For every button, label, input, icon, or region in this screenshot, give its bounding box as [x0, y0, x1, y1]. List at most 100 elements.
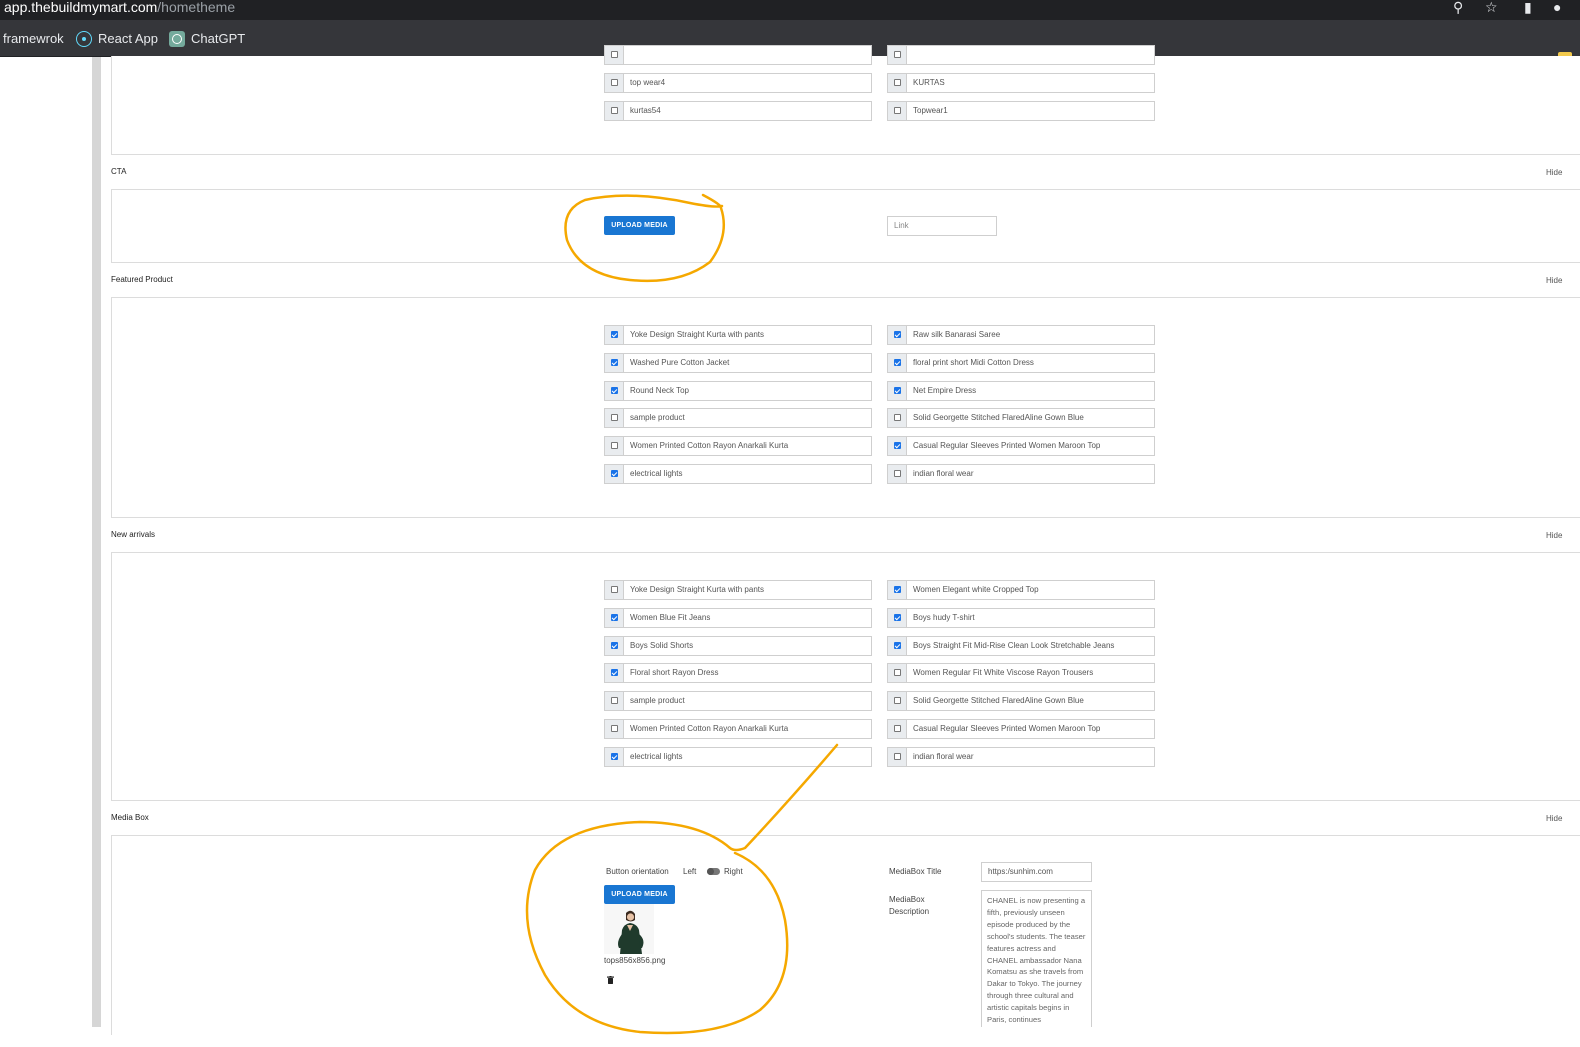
checkbox[interactable]	[894, 613, 901, 621]
featured-option[interactable]: floral print short Midi Cotton Dress	[887, 352, 1155, 373]
mediabox-description-textarea[interactable]: CHANEL is now presenting a fifth, previo…	[981, 890, 1092, 1027]
arrivals-option[interactable]: Casual Regular Sleeves Printed Women Mar…	[887, 719, 1155, 739]
cats-option[interactable]: top wear4	[604, 73, 872, 93]
checkbox[interactable]	[894, 79, 901, 86]
checkbox[interactable]	[894, 414, 901, 422]
category-option[interactable]	[604, 45, 872, 65]
uploaded-image-thumbnail	[604, 904, 654, 954]
checkbox[interactable]	[611, 414, 618, 422]
cats-option[interactable]: kurtas54	[604, 101, 872, 121]
checkbox[interactable]	[611, 669, 618, 677]
zoom-icon[interactable]: ⚲	[1453, 0, 1463, 15]
trash-icon[interactable]	[607, 976, 614, 984]
checkbox[interactable]	[611, 752, 618, 760]
media-box-hide-link[interactable]: Hide	[1546, 814, 1562, 823]
arrivals-option[interactable]: Floral short Rayon Dress	[604, 663, 872, 684]
checkbox[interactable]	[894, 752, 901, 760]
arrivals-option[interactable]: electrical lights	[604, 746, 872, 767]
option-label: Washed Pure Cotton Jacket	[630, 357, 730, 367]
bookmark-chatgpt[interactable]: ChatGPT	[169, 20, 245, 57]
cta-upload-media-button[interactable]: UPLOAD MEDIA	[604, 216, 675, 235]
featured-option[interactable]: Yoke Design Straight Kurta with pants	[604, 325, 872, 345]
arrivals-option[interactable]: Boys Solid Shorts	[604, 635, 872, 656]
featured-option[interactable]: Raw silk Banarasi Saree	[887, 325, 1155, 345]
media-box-upload-media-button[interactable]: UPLOAD MEDIA	[604, 885, 675, 904]
category-option[interactable]	[887, 45, 1155, 65]
checkbox[interactable]	[894, 697, 901, 705]
checkbox-wrapper	[605, 636, 624, 655]
featured-option[interactable]: electrical lights	[604, 464, 872, 484]
checkbox[interactable]	[894, 641, 901, 649]
option-label: indian floral wear	[913, 751, 974, 761]
url-text[interactable]: app.thebuildmymart.com/hometheme	[4, 0, 235, 15]
orientation-right-label: Right	[724, 867, 743, 876]
checkbox[interactable]	[894, 669, 901, 677]
bookmark-framewrok[interactable]: framewrok	[3, 20, 64, 57]
cta-hide-link[interactable]: Hide	[1546, 168, 1562, 177]
sidebar-icon[interactable]: ▮	[1524, 0, 1532, 15]
checkbox[interactable]	[894, 107, 901, 114]
arrivals-option[interactable]: Women Printed Cotton Rayon Anarkali Kurt…	[604, 719, 872, 739]
mediabox-title-label: MediaBox Title	[889, 867, 942, 876]
featured-option[interactable]: sample product	[604, 408, 872, 429]
option-label: indian floral wear	[913, 469, 974, 478]
checkbox-wrapper	[888, 74, 907, 92]
checkbox[interactable]	[611, 79, 618, 86]
checkbox[interactable]	[894, 51, 901, 58]
checkbox[interactable]	[894, 442, 901, 450]
checkbox[interactable]	[611, 613, 618, 621]
checkbox[interactable]	[894, 725, 901, 732]
checkbox[interactable]	[894, 331, 901, 338]
cats-option[interactable]: Topwear1	[887, 101, 1155, 121]
checkbox[interactable]	[611, 442, 618, 450]
featured-option[interactable]: Washed Pure Cotton Jacket	[604, 352, 872, 373]
checkbox-wrapper	[888, 353, 907, 372]
checkbox[interactable]	[611, 358, 618, 366]
checkbox[interactable]	[894, 386, 901, 394]
checkbox[interactable]	[611, 331, 618, 338]
cta-link-input[interactable]: Link	[887, 216, 997, 236]
checkbox-wrapper	[605, 692, 624, 711]
arrivals-option[interactable]: Women Blue Fit Jeans	[604, 607, 872, 628]
new-arrivals-hide-link[interactable]: Hide	[1546, 531, 1562, 540]
checkbox-wrapper	[605, 409, 624, 428]
option-label: Solid Georgette Stitched FlaredAline Gow…	[913, 696, 1084, 706]
featured-option[interactable]: Casual Regular Sleeves Printed Women Mar…	[887, 436, 1155, 457]
mediabox-title-input[interactable]: https:/sunhim.com	[981, 862, 1092, 882]
featured-hide-link[interactable]: Hide	[1546, 276, 1562, 285]
cta-section-label: CTA	[111, 167, 127, 176]
bookmark-react-app[interactable]: React App	[76, 20, 158, 57]
orientation-toggle[interactable]	[707, 868, 720, 875]
checkbox-wrapper	[888, 409, 907, 428]
checkbox[interactable]	[611, 725, 618, 732]
arrivals-option[interactable]: Women Regular Fit White Viscose Rayon Tr…	[887, 663, 1155, 684]
address-bar[interactable]: app.thebuildmymart.com/hometheme ⚲ ☆ ▮ ●	[0, 0, 1580, 20]
bookmark-star-icon[interactable]: ☆	[1485, 0, 1498, 15]
option-label: KURTAS	[913, 78, 945, 87]
profile-icon[interactable]: ●	[1553, 0, 1561, 15]
featured-option[interactable]: Women Printed Cotton Rayon Anarkali Kurt…	[604, 436, 872, 457]
checkbox[interactable]	[611, 386, 618, 394]
arrivals-option[interactable]: Yoke Design Straight Kurta with pants	[604, 580, 872, 600]
cats-option[interactable]: KURTAS	[887, 73, 1155, 93]
checkbox[interactable]	[894, 358, 901, 366]
checkbox[interactable]	[894, 470, 901, 477]
arrivals-option[interactable]: Women Elegant white Cropped Top	[887, 580, 1155, 600]
featured-option[interactable]: Round Neck Top	[604, 380, 872, 401]
checkbox[interactable]	[611, 586, 618, 593]
arrivals-option[interactable]: sample product	[604, 691, 872, 712]
checkbox[interactable]	[611, 51, 618, 58]
checkbox[interactable]	[611, 697, 618, 705]
featured-option[interactable]: Solid Georgette Stitched FlaredAline Gow…	[887, 408, 1155, 429]
checkbox[interactable]	[611, 641, 618, 649]
checkbox[interactable]	[611, 470, 618, 477]
arrivals-option[interactable]: Solid Georgette Stitched FlaredAline Gow…	[887, 691, 1155, 712]
arrivals-option[interactable]: Boys hudy T-shirt	[887, 607, 1155, 628]
left-scroll-rail	[92, 57, 101, 1027]
checkbox[interactable]	[894, 586, 901, 593]
arrivals-option[interactable]: Boys Straight Fit Mid-Rise Clean Look St…	[887, 635, 1155, 656]
featured-option[interactable]: indian floral wear	[887, 464, 1155, 484]
checkbox[interactable]	[611, 107, 618, 114]
featured-option[interactable]: Net Empire Dress	[887, 380, 1155, 401]
arrivals-option[interactable]: indian floral wear	[887, 746, 1155, 767]
